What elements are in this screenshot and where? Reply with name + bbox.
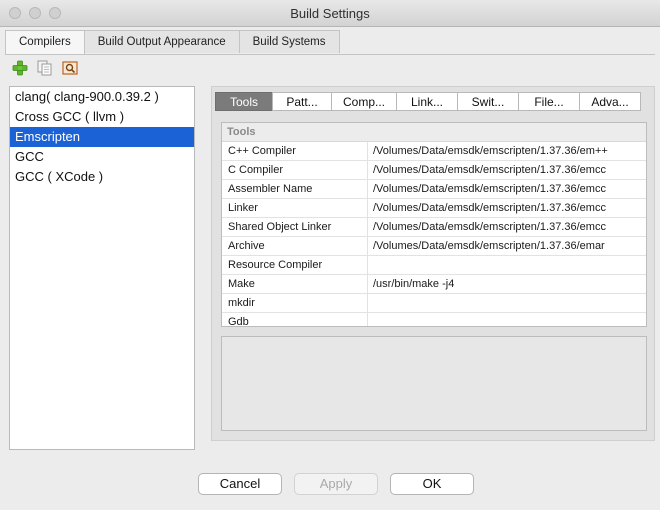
title-bar: Build Settings bbox=[0, 0, 660, 27]
compiler-item-gcc[interactable]: GCC bbox=[10, 147, 194, 167]
subtab-tools[interactable]: Tools bbox=[215, 92, 273, 111]
tool-value[interactable] bbox=[368, 294, 646, 312]
table-row[interactable]: Linker/Volumes/Data/emsdk/emscripten/1.3… bbox=[222, 199, 646, 218]
table-row[interactable]: C Compiler/Volumes/Data/emsdk/emscripten… bbox=[222, 161, 646, 180]
subtab-linker-options[interactable]: Link... bbox=[396, 92, 458, 111]
tool-value[interactable] bbox=[368, 313, 646, 326]
tool-name: Gdb bbox=[222, 313, 368, 326]
tool-name: C Compiler bbox=[222, 161, 368, 179]
tools-table-header: Tools bbox=[222, 123, 646, 142]
compiler-item-cross-gcc[interactable]: Cross GCC ( llvm ) bbox=[10, 107, 194, 127]
table-row[interactable]: Resource Compiler bbox=[222, 256, 646, 275]
tool-value[interactable] bbox=[368, 256, 646, 274]
compiler-sub-tabs: Tools Patt... Comp... Link... Swit... Fi… bbox=[215, 92, 641, 111]
tool-value[interactable]: /Volumes/Data/emsdk/emscripten/1.37.36/e… bbox=[368, 142, 646, 160]
tool-name: Resource Compiler bbox=[222, 256, 368, 274]
apply-button[interactable]: Apply bbox=[294, 473, 378, 495]
table-row[interactable]: Assembler Name/Volumes/Data/emsdk/emscri… bbox=[222, 180, 646, 199]
description-box bbox=[221, 336, 647, 431]
tool-name: Linker bbox=[222, 199, 368, 217]
tab-divider bbox=[5, 54, 655, 55]
find-compiler-button[interactable] bbox=[61, 59, 79, 77]
tool-value[interactable]: /Volumes/Data/emsdk/emscripten/1.37.36/e… bbox=[368, 199, 646, 217]
tab-build-output-appearance[interactable]: Build Output Appearance bbox=[83, 30, 240, 53]
plus-icon bbox=[12, 60, 28, 76]
table-row[interactable]: Archive/Volumes/Data/emsdk/emscripten/1.… bbox=[222, 237, 646, 256]
compiler-item-clang[interactable]: clang( clang-900.0.39.2 ) bbox=[10, 87, 194, 107]
table-row[interactable]: C++ Compiler/Volumes/Data/emsdk/emscript… bbox=[222, 142, 646, 161]
copy-compiler-button[interactable] bbox=[36, 59, 54, 77]
subtab-switches[interactable]: Swit... bbox=[457, 92, 519, 111]
tool-value[interactable]: /Volumes/Data/emsdk/emscripten/1.37.36/e… bbox=[368, 180, 646, 198]
tab-compilers[interactable]: Compilers bbox=[5, 30, 85, 55]
compiler-item-emscripten[interactable]: Emscripten bbox=[10, 127, 194, 147]
add-compiler-button[interactable] bbox=[11, 59, 29, 77]
tool-name: Shared Object Linker bbox=[222, 218, 368, 236]
cancel-button[interactable]: Cancel bbox=[198, 473, 282, 495]
compiler-item-gcc-xcode[interactable]: GCC ( XCode ) bbox=[10, 167, 194, 187]
tab-build-systems[interactable]: Build Systems bbox=[238, 30, 340, 53]
subtab-file-types[interactable]: File... bbox=[518, 92, 580, 111]
tool-name: Assembler Name bbox=[222, 180, 368, 198]
tool-name: Make bbox=[222, 275, 368, 293]
subtab-compiler-options[interactable]: Comp... bbox=[331, 92, 397, 111]
subtab-advanced[interactable]: Adva... bbox=[579, 92, 641, 111]
tools-table: Tools C++ Compiler/Volumes/Data/emsdk/em… bbox=[221, 122, 647, 327]
copy-icon bbox=[37, 60, 52, 76]
table-row[interactable]: mkdir bbox=[222, 294, 646, 313]
tool-value[interactable]: /Volumes/Data/emsdk/emscripten/1.37.36/e… bbox=[368, 161, 646, 179]
find-icon bbox=[62, 61, 78, 75]
compiler-list[interactable]: clang( clang-900.0.39.2 ) Cross GCC ( ll… bbox=[9, 86, 195, 450]
table-row[interactable]: Shared Object Linker/Volumes/Data/emsdk/… bbox=[222, 218, 646, 237]
tool-name: mkdir bbox=[222, 294, 368, 312]
subtab-patterns[interactable]: Patt... bbox=[272, 92, 332, 111]
tool-value[interactable]: /Volumes/Data/emsdk/emscripten/1.37.36/e… bbox=[368, 218, 646, 236]
window-title: Build Settings bbox=[290, 6, 370, 21]
table-row[interactable]: Gdb bbox=[222, 313, 646, 326]
settings-tabs: Compilers Build Output Appearance Build … bbox=[5, 30, 340, 55]
tool-name: Archive bbox=[222, 237, 368, 255]
tool-value[interactable]: /Volumes/Data/emsdk/emscripten/1.37.36/e… bbox=[368, 237, 646, 255]
tool-value[interactable]: /usr/bin/make -j4 bbox=[368, 275, 646, 293]
table-row[interactable]: Make/usr/bin/make -j4 bbox=[222, 275, 646, 294]
ok-button[interactable]: OK bbox=[390, 473, 474, 495]
tool-name: C++ Compiler bbox=[222, 142, 368, 160]
